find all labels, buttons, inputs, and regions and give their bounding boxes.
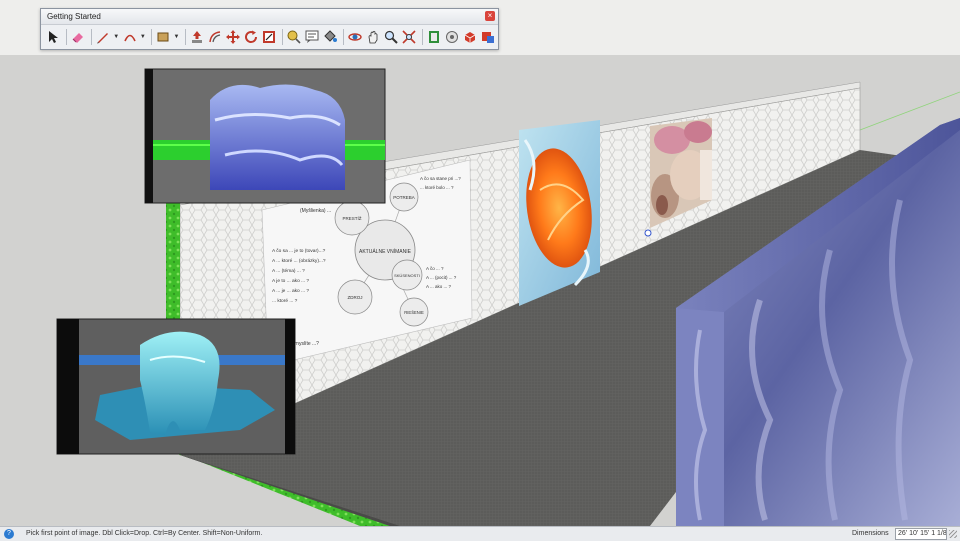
push-pull-icon[interactable] (189, 29, 205, 46)
chevron-down-icon[interactable]: ▼ (113, 29, 120, 46)
bubble-prestiz-label: PRESTÍŽ (342, 214, 361, 221)
cyan-sculpture-image (56, 318, 296, 455)
resize-grip-icon[interactable] (949, 530, 957, 538)
poster-top-left-text: (Myšlienka) ... (300, 208, 331, 214)
measurements-input[interactable]: 26' 10' 15' 1 1/8" (895, 528, 947, 540)
status-bar: ? Pick first point of image. Dbl Click=D… (0, 526, 960, 541)
offset-icon[interactable] (207, 29, 223, 46)
select-arrow-icon[interactable] (45, 29, 61, 46)
status-message: Pick first point of image. Dbl Click=Dro… (26, 530, 263, 537)
chevron-down-icon[interactable]: ▼ (173, 29, 180, 46)
toolbar-separator (91, 29, 92, 45)
toolbar-title: Getting Started (47, 12, 101, 21)
arc-icon[interactable] (122, 29, 138, 46)
svg-text:A čo sa stane pri ...?: A čo sa stane pri ...? (420, 176, 461, 181)
eraser-icon[interactable] (70, 29, 86, 46)
getting-started-toolbar[interactable]: Getting Started × ▼ ▼ ▼ (40, 8, 499, 50)
svg-text:... ktoré ... ?: ... ktoré ... ? (272, 298, 298, 304)
svg-text:A čo ... ?: A čo ... ? (426, 266, 444, 271)
measurements-label: Dimensions (852, 530, 889, 537)
bubble-skusenosti-label: SKÚSENOSTI (394, 273, 420, 278)
toolbar-separator (281, 29, 283, 45)
svg-text:A ... ktoré ... (obrázky)...?: A ... ktoré ... (obrázky)...? (272, 258, 326, 264)
svg-text:A ... ako ... ?: A ... ako ... ? (426, 284, 452, 289)
scale-icon[interactable] (261, 29, 277, 46)
svg-text:A ... je ... ako ... ?: A ... je ... ako ... ? (272, 288, 309, 294)
tape-measure-icon[interactable] (286, 29, 302, 46)
bubble-center-label: AKTUÁLNE VNÍMANIE (359, 248, 412, 255)
layout-icon[interactable] (462, 29, 478, 46)
toolbar-separator (184, 29, 186, 45)
model-viewport[interactable]: AKTUÁLNE VNÍMANIE PRESTÍŽ POTREBA ZDROJ … (0, 0, 960, 526)
close-icon[interactable]: × (485, 11, 495, 21)
extension-warehouse-icon[interactable] (444, 29, 460, 46)
toolbar-separator (342, 29, 344, 45)
pencil-line-icon[interactable] (95, 29, 111, 46)
zoom-icon[interactable] (383, 29, 399, 46)
zoom-extents-icon[interactable] (401, 29, 417, 46)
toolbar-tools: ▼ ▼ ▼ (41, 25, 498, 49)
bubble-zdroj-label: ZDROJ (348, 295, 363, 300)
svg-text:A ... (téma) ... ?: A ... (téma) ... ? (272, 268, 305, 274)
text-icon[interactable] (304, 29, 320, 46)
svg-text:A je to ... ako ... ?: A je to ... ako ... ? (272, 278, 309, 284)
move-icon[interactable] (225, 29, 241, 46)
paint-bucket-icon[interactable] (322, 29, 338, 46)
toolbar-separator (151, 29, 153, 45)
extension-manager-icon[interactable] (480, 29, 496, 46)
help-icon[interactable]: ? (4, 529, 14, 539)
cursor-marker (644, 229, 652, 237)
svg-text:A ... (pocit) ... ?: A ... (pocit) ... ? (426, 275, 457, 280)
svg-text:A čo sa ... je to (tovar)...?: A čo sa ... je to (tovar)...? (272, 248, 326, 254)
pan-icon[interactable] (365, 29, 381, 46)
bubble-riesenie-label: RIEŠENIE (404, 310, 424, 315)
warehouse-icon[interactable] (426, 29, 442, 46)
blue-sculpture-image (144, 68, 386, 204)
orbit-icon[interactable] (347, 29, 363, 46)
rotate-icon[interactable] (243, 29, 259, 46)
toolbar-separator (421, 29, 423, 45)
toolbar-titlebar[interactable]: Getting Started × (41, 9, 498, 25)
bubble-potreba-label: POTREBA (393, 195, 415, 200)
toolbar-separator (66, 29, 67, 45)
rectangle-shape-icon[interactable] (155, 29, 171, 46)
svg-text:... ktoré bolo ... ?: ... ktoré bolo ... ? (420, 185, 454, 190)
3d-scene[interactable]: AKTUÁLNE VNÍMANIE PRESTÍŽ POTREBA ZDROJ … (0, 0, 960, 526)
chevron-down-icon[interactable]: ▼ (140, 29, 147, 46)
